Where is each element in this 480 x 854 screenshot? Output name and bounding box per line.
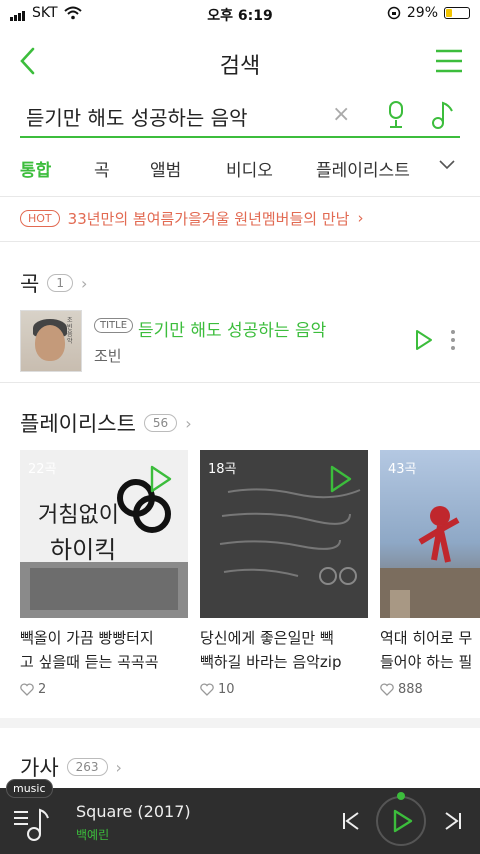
previous-icon[interactable] <box>340 810 362 832</box>
song-row[interactable]: 조빈 음악 TITLE 듣기만 해도 성공하는 음악 조빈 <box>20 310 460 372</box>
hot-badge: HOT <box>20 209 60 227</box>
mini-player[interactable]: music Square (2017) 백예린 <box>0 779 480 854</box>
like-count[interactable]: 888 <box>380 682 480 697</box>
divider <box>0 382 480 383</box>
track-count: 43곡 <box>388 462 417 477</box>
play-button[interactable] <box>376 796 426 846</box>
playlists-section-header[interactable]: 플레이리스트 56 › <box>20 408 192 438</box>
playlist-cover[interactable]: 거침없이 하이킥 22곡 <box>20 450 188 618</box>
song-title[interactable]: 듣기만 해도 성공하는 음악 <box>138 316 326 341</box>
clear-search-icon[interactable]: × <box>332 102 350 127</box>
tab-albums[interactable]: 앨범 <box>150 156 181 181</box>
chevron-right-icon: › <box>115 757 122 777</box>
heart-icon <box>200 683 214 696</box>
now-playing-title[interactable]: Square (2017) <box>76 802 191 821</box>
microphone-icon[interactable] <box>385 100 407 130</box>
playlist-title[interactable]: 역대 히어로 무 들어야 하는 필 <box>380 626 480 674</box>
svg-text:거침없이: 거침없이 <box>38 503 119 528</box>
more-vertical-icon[interactable] <box>448 328 458 352</box>
tab-videos[interactable]: 비디오 <box>226 156 273 181</box>
section-title: 플레이리스트 <box>20 412 136 436</box>
track-count: 22곡 <box>28 462 57 477</box>
hamburger-menu-icon[interactable] <box>434 48 464 74</box>
heart-icon <box>20 683 34 696</box>
like-count[interactable]: 10 <box>200 682 368 697</box>
playlist-title[interactable]: 당신에게 좋은일만 빽 빽하길 바라는 음악zip <box>200 626 368 674</box>
battery-icon <box>444 7 470 19</box>
play-icon[interactable] <box>328 464 354 494</box>
music-tag: music <box>6 779 53 798</box>
hot-banner[interactable]: HOT 33년만의 봄여름가을겨울 원년멤버들의 만남 › <box>20 206 363 230</box>
playlist-carousel[interactable]: 거침없이 하이킥 22곡 빽올이 가끔 빵빵터지 고 싶을때 듣는 곡곡곡 2 <box>20 450 480 700</box>
search-tabs: 통합 곡 앨범 비디오 플레이리스트 <box>0 150 480 184</box>
status-right: 29% <box>387 5 470 21</box>
header: 검색 <box>0 36 480 88</box>
battery-fill <box>446 9 452 17</box>
count-badge: 263 <box>66 758 108 776</box>
playlist-title[interactable]: 빽올이 가끔 빵빵터지 고 싶을때 듣는 곡곡곡 <box>20 626 188 674</box>
play-icon[interactable] <box>148 464 174 494</box>
section-gap <box>0 718 480 728</box>
album-art: 조빈 음악 <box>20 310 82 372</box>
playlist-card[interactable]: 거침없이 하이킥 22곡 빽올이 가끔 빵빵터지 고 싶을때 듣는 곡곡곡 2 <box>20 450 188 697</box>
songs-section-header[interactable]: 곡 1 › <box>20 268 87 298</box>
tab-all[interactable]: 통합 <box>20 156 51 181</box>
play-icon <box>393 809 413 833</box>
playlist-card[interactable]: 43곡 역대 히어로 무 들어야 하는 필 888 <box>380 450 480 697</box>
chevron-right-icon: › <box>80 273 88 293</box>
divider <box>0 241 480 242</box>
track-count: 18곡 <box>208 462 237 477</box>
next-icon[interactable] <box>442 810 464 832</box>
chevron-down-icon[interactable] <box>438 158 456 170</box>
chevron-right-icon: › <box>357 209 364 227</box>
chevron-right-icon: › <box>185 413 192 433</box>
now-playing-artist[interactable]: 백예린 <box>76 826 109 843</box>
divider <box>0 196 480 197</box>
lyrics-section-header[interactable]: 가사 263 › <box>20 752 122 782</box>
playlist-cover[interactable]: 18곡 <box>200 450 368 618</box>
music-note-icon[interactable] <box>430 100 456 130</box>
tab-playlists[interactable]: 플레이리스트 <box>316 156 410 181</box>
like-count[interactable]: 2 <box>20 682 188 697</box>
page-title: 검색 <box>219 54 261 79</box>
svg-text:하이킥: 하이킥 <box>50 536 116 564</box>
search-bar[interactable]: 듣기만 해도 성공하는 음악 × <box>20 96 460 138</box>
rotation-lock-icon <box>387 6 401 20</box>
play-icon[interactable] <box>414 328 434 352</box>
section-title: 곡 <box>20 272 40 296</box>
search-input[interactable]: 듣기만 해도 성공하는 음악 <box>26 102 247 131</box>
playlist-menu-icon[interactable] <box>14 806 50 842</box>
playlist-card[interactable]: 18곡 당신에게 좋은일만 빽 빽하길 바라는 음악zip 10 <box>200 450 368 697</box>
progress-dot <box>397 792 405 800</box>
status-bar: SKT 오후 6:19 29% <box>0 0 480 28</box>
heart-icon <box>380 683 394 696</box>
section-title: 가사 <box>20 756 59 780</box>
hot-banner-text[interactable]: 33년만의 봄여름가을겨울 원년멤버들의 만남 <box>68 208 350 229</box>
playlist-cover[interactable]: 43곡 <box>380 450 480 618</box>
title-track-badge: TITLE <box>94 318 134 333</box>
count-badge: 1 <box>47 274 73 292</box>
count-badge: 56 <box>143 414 178 432</box>
battery-percent: 29% <box>406 5 438 21</box>
tab-songs[interactable]: 곡 <box>94 156 110 181</box>
song-artist[interactable]: 조빈 <box>94 345 122 366</box>
